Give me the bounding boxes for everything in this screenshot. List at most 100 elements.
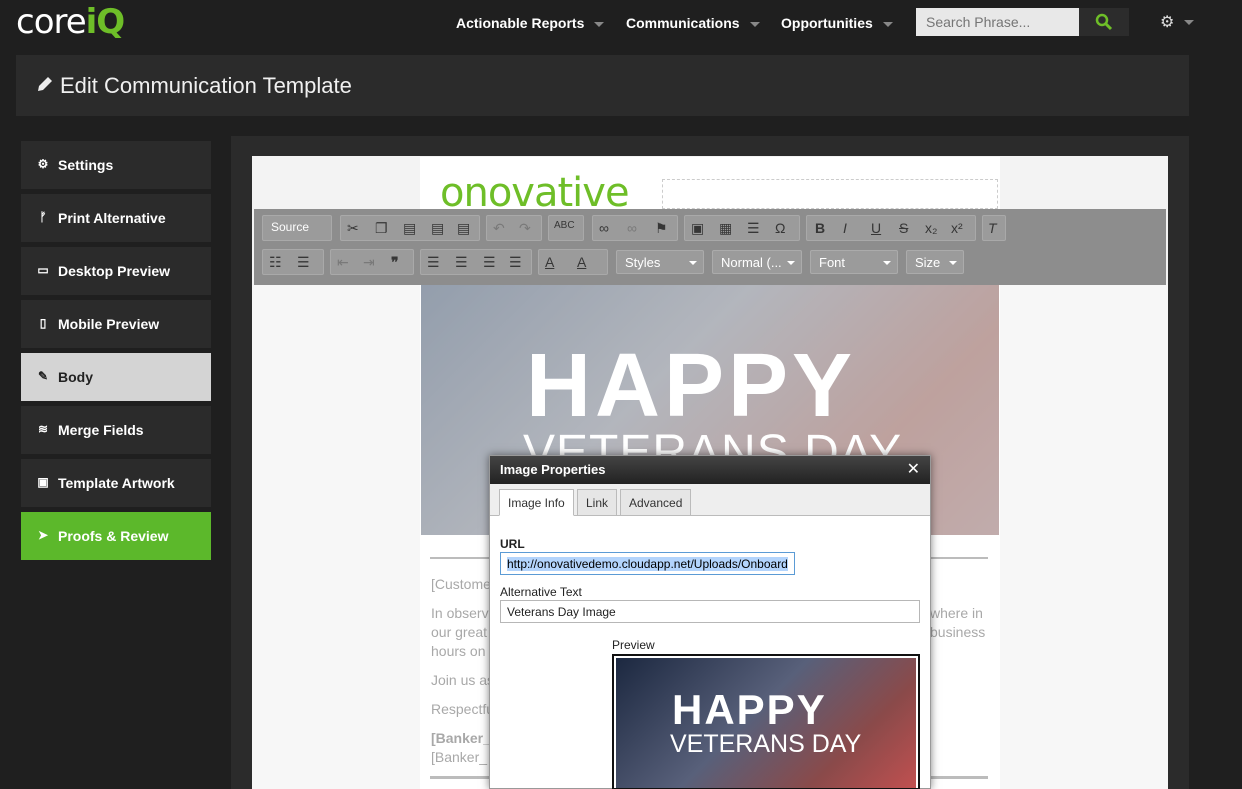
spellcheck-button[interactable]: ABC [548, 215, 584, 241]
sidebar-item-label: Print Alternative [58, 210, 166, 226]
special-char-icon[interactable]: Ω [775, 220, 785, 236]
database-icon: ≋ [37, 422, 49, 436]
tab-link[interactable]: Link [577, 489, 618, 516]
chevron-down-icon [594, 21, 605, 27]
logo-accent-text: iQ [85, 2, 126, 42]
horizontal-rule-icon[interactable]: ☰ [747, 220, 760, 237]
indent-group: ⇤ ⇥ ❞ [330, 249, 414, 275]
dropdown-label: Font [819, 255, 846, 270]
app-logo[interactable]: coreiQ [16, 2, 126, 42]
page-title: Edit Communication Template [60, 73, 352, 98]
image-properties-dialog: Image Properties ✕ Image Info Link Advan… [489, 455, 931, 789]
size-dropdown[interactable]: Size [906, 250, 964, 274]
sidebar-item-label: Mobile Preview [58, 316, 160, 332]
sidebar-item-settings[interactable]: ⚙ Settings [21, 141, 211, 189]
text-color-icon[interactable]: A [545, 254, 554, 270]
copy-icon[interactable]: ❐ [375, 220, 388, 237]
nav-label: Opportunities [781, 15, 873, 31]
outdent-icon[interactable]: ⇤ [337, 254, 349, 271]
image-icon[interactable]: ▣ [691, 220, 704, 237]
sidebar-item-mobile-preview[interactable]: ▯ Mobile Preview [21, 300, 211, 348]
tab-advanced[interactable]: Advanced [620, 489, 692, 516]
link-group: ∞ ∞ ⚑ [592, 215, 678, 241]
cut-icon[interactable]: ✂ [347, 220, 359, 237]
bg-color-icon[interactable]: A [577, 254, 586, 270]
format-group: B I U S x₂ x² [806, 215, 976, 241]
align-right-icon[interactable]: ☰ [483, 254, 496, 271]
superscript-icon[interactable]: x² [951, 220, 963, 236]
styles-dropdown[interactable]: Styles [616, 250, 704, 274]
remove-format-button[interactable]: T [982, 215, 1006, 241]
format-dropdown[interactable]: Normal (... [712, 250, 802, 274]
sidebar-item-proofs-review[interactable]: ➤ Proofs & Review [21, 512, 211, 560]
sidebar-item-template-artwork[interactable]: ▣ Template Artwork [21, 459, 211, 507]
chevron-down-icon [882, 21, 893, 27]
underline-icon[interactable]: U [871, 220, 881, 236]
chevron-down-icon [949, 261, 957, 265]
chevron-down-icon [689, 261, 697, 265]
paste-text-icon[interactable]: ▤ [431, 220, 444, 237]
page-header: Edit Communication Template [16, 55, 1189, 116]
edit-icon: ✎ [37, 369, 49, 383]
branch-icon: ᚠ [39, 210, 47, 224]
preview-label: Preview [612, 638, 655, 652]
table-icon[interactable]: ▦ [719, 220, 732, 237]
nav-communications[interactable]: Communications [626, 15, 760, 31]
nav-opportunities[interactable]: Opportunities [781, 15, 893, 31]
redo-icon[interactable]: ↷ [519, 220, 531, 237]
anchor-flag-icon[interactable]: ⚑ [655, 220, 668, 237]
strike-icon[interactable]: S [899, 220, 908, 236]
close-icon[interactable]: ✕ [907, 459, 920, 479]
align-group: ☰ ☰ ☰ ☰ [420, 249, 532, 275]
alt-text-label: Alternative Text [500, 585, 582, 599]
bullet-list-icon[interactable]: ☰ [297, 254, 310, 271]
sidebar-item-label: Proofs & Review [58, 528, 169, 544]
numbered-list-icon[interactable]: ☷ [269, 254, 282, 271]
bold-icon[interactable]: B [815, 220, 825, 236]
undo-icon[interactable]: ↶ [493, 220, 505, 237]
align-center-icon[interactable]: ☰ [455, 254, 468, 271]
image-preview: HAPPY VETERANS DAY [612, 654, 920, 789]
italic-icon[interactable]: I [843, 220, 847, 236]
url-value: http://onovativedemo.cloudapp.net/Upload… [507, 557, 788, 571]
paste-word-icon[interactable]: ▤ [457, 220, 470, 237]
spellcheck-icon: ABC [554, 220, 575, 231]
email-header-cell[interactable] [662, 179, 998, 209]
sidebar-item-label: Body [58, 369, 93, 385]
insert-group: ▣ ▦ ☰ Ω [684, 215, 800, 241]
blockquote-icon[interactable]: ❞ [391, 254, 399, 271]
alt-text-field[interactable]: Veterans Day Image [500, 600, 920, 623]
unlink-icon[interactable]: ∞ [627, 220, 637, 236]
sidebar-item-body[interactable]: ✎ Body [21, 353, 211, 401]
logo-text: core [16, 2, 87, 42]
dropdown-label: Size [915, 255, 941, 270]
preview-image: HAPPY VETERANS DAY [616, 658, 916, 788]
chevron-down-icon [1184, 20, 1195, 26]
source-button[interactable]: Source [262, 215, 332, 241]
link-icon[interactable]: ∞ [599, 220, 609, 236]
nav-actionable-reports[interactable]: Actionable Reports [456, 15, 605, 31]
search-icon [1095, 13, 1113, 31]
paste-icon[interactable]: ▤ [403, 220, 416, 237]
source-label: Source [271, 220, 310, 234]
sidebar-item-label: Merge Fields [58, 422, 144, 438]
url-field[interactable]: http://onovativedemo.cloudapp.net/Upload… [500, 552, 795, 575]
mobile-icon: ▯ [39, 316, 47, 330]
align-justify-icon[interactable]: ☰ [509, 254, 522, 271]
indent-icon[interactable]: ⇥ [363, 254, 375, 271]
sidebar-item-desktop-preview[interactable]: ▭ Desktop Preview [21, 247, 211, 295]
chevron-down-icon [787, 261, 795, 265]
tab-image-info[interactable]: Image Info [499, 489, 574, 516]
dropdown-label: Styles [625, 255, 661, 270]
align-left-icon[interactable]: ☰ [427, 254, 440, 271]
subscript-icon[interactable]: x₂ [925, 220, 937, 236]
chevron-down-icon [749, 21, 760, 27]
monitor-icon: ▭ [37, 263, 49, 277]
clipboard-group: ✂ ❐ ▤ ▤ ▤ [340, 215, 480, 241]
sidebar-item-merge-fields[interactable]: ≋ Merge Fields [21, 406, 211, 454]
sidebar-item-print-alternative[interactable]: ᚠ Print Alternative [21, 194, 211, 242]
settings-menu[interactable]: ⚙ [1160, 12, 1195, 32]
search-button[interactable] [1079, 8, 1129, 36]
search-input[interactable] [916, 8, 1079, 36]
font-dropdown[interactable]: Font [810, 250, 898, 274]
